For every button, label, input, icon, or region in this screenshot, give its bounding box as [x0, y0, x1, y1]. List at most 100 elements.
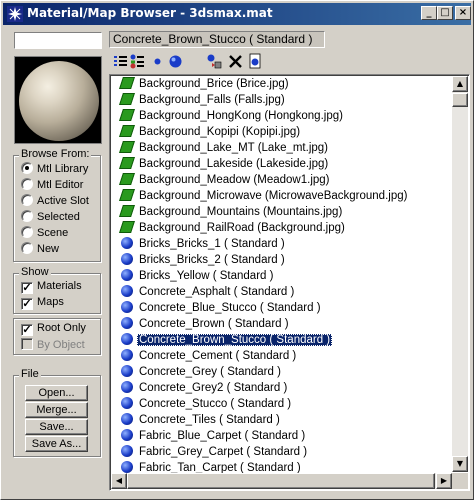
view-list-icon[interactable]	[112, 53, 129, 70]
list-item[interactable]: Concrete_Tiles ( Standard )	[121, 413, 282, 429]
list-item[interactable]: Concrete_Grey ( Standard )	[121, 365, 283, 381]
radio-mtl-library[interactable]: Mtl Library	[21, 162, 88, 177]
list-item-label: Concrete_Stucco ( Standard )	[139, 398, 292, 410]
bitmap-icon	[119, 205, 135, 217]
checkbox-label: By Object	[37, 339, 85, 351]
merge-button[interactable]: Merge...	[25, 402, 88, 418]
scroll-down-button[interactable]: ▼	[452, 456, 468, 472]
list-item[interactable]: Background_HongKong (Hongkong.jpg)	[119, 109, 345, 125]
list-item-label: Concrete_Asphalt ( Standard )	[139, 286, 295, 298]
list-item-label: Background_Kopipi (Kopipi.jpg)	[139, 126, 301, 138]
by-object-checkbox: By Object	[21, 338, 85, 353]
list-item[interactable]: Background_Lakeside (Lakeside.jpg)	[119, 157, 330, 173]
radio-active-slot[interactable]: Active Slot	[21, 194, 89, 209]
root-options-group: ✓ Root Only By Object	[13, 318, 101, 355]
vertical-scroll-thumb[interactable]	[452, 93, 468, 107]
list-item-label: Background_Meadow (Meadow1.jpg)	[139, 174, 330, 186]
clear-material-library-icon[interactable]	[247, 53, 264, 70]
list-item[interactable]: Concrete_Stucco ( Standard )	[121, 397, 293, 413]
radio-label: New	[37, 243, 60, 255]
list-item[interactable]: Fabric_Blue_Carpet ( Standard )	[121, 429, 307, 445]
checkbox-label: Materials	[37, 280, 82, 292]
list-item-label: Background_RailRoad (Background.jpg)	[139, 222, 345, 234]
material-map-list[interactable]: Background_Brice (Brice.jpg) Background_F…	[109, 74, 470, 491]
scroll-up-button[interactable]: ▲	[452, 76, 468, 92]
browser-toolbar	[109, 52, 473, 72]
bitmap-icon	[119, 141, 135, 153]
arrow-down-icon: ▼	[456, 459, 464, 468]
list-item[interactable]: Background_Microwave (MicrowaveBackgroun…	[119, 189, 409, 205]
arrow-right-icon: ▶	[440, 476, 448, 485]
view-large-icons-icon[interactable]	[167, 53, 184, 70]
scroll-right-button[interactable]: ▶	[436, 473, 452, 489]
list-item-label: Bricks_Bricks_1 ( Standard )	[139, 238, 285, 250]
list-item[interactable]: Background_Kopipi (Kopipi.jpg)	[119, 125, 302, 141]
list-item-selected[interactable]: Concrete_Brown_Stucco ( Standard )	[121, 333, 333, 349]
list-item[interactable]: Bricks_Yellow ( Standard )	[121, 269, 275, 285]
list-item-label: Bricks_Yellow ( Standard )	[139, 270, 274, 282]
list-item[interactable]: Background_Lake_MT (Lake_mt.jpg)	[119, 141, 330, 157]
list-item-label: Background_Falls (Falls.jpg)	[139, 94, 285, 106]
list-item-label: Concrete_Brown ( Standard )	[139, 318, 289, 330]
list-item[interactable]: Bricks_Bricks_2 ( Standard )	[121, 253, 287, 269]
open-button[interactable]: Open...	[25, 385, 88, 401]
file-label: File	[19, 368, 41, 380]
material-sphere-icon	[121, 253, 133, 265]
material-sphere-icon	[121, 365, 133, 377]
material-sphere-icon	[121, 301, 133, 313]
scroll-left-button[interactable]: ◀	[111, 473, 127, 489]
checkmark-icon: ✓	[21, 324, 33, 336]
list-item[interactable]: Concrete_Brown ( Standard )	[121, 317, 291, 333]
radio-mtl-editor[interactable]: Mtl Editor	[21, 178, 83, 193]
list-item[interactable]: Fabric_Tan_Carpet ( Standard )	[121, 461, 303, 473]
save-as-button[interactable]: Save As...	[25, 436, 88, 452]
update-scene-materials-icon[interactable]	[206, 53, 223, 70]
list-item[interactable]: Concrete_Asphalt ( Standard )	[121, 285, 296, 301]
radio-label: Selected	[37, 211, 80, 223]
title-bar[interactable]: Material/Map Browser - 3dsmax.mat _ □ ×	[3, 3, 471, 25]
materials-checkbox[interactable]: ✓ Materials	[21, 280, 82, 295]
list-item[interactable]: Background_RailRoad (Background.jpg)	[119, 221, 347, 237]
material-sphere-icon	[121, 413, 133, 425]
bitmap-icon	[119, 157, 135, 169]
horizontal-scrollbar[interactable]: ◀ ▶	[111, 473, 452, 489]
maps-checkbox[interactable]: ✓ Maps	[21, 296, 64, 311]
radio-scene[interactable]: Scene	[21, 226, 68, 241]
view-list-icons-icon[interactable]	[129, 53, 146, 70]
list-item[interactable]: Concrete_Grey2 ( Standard )	[121, 381, 289, 397]
radio-selected[interactable]: Selected	[21, 210, 80, 225]
arrow-up-icon: ▲	[456, 79, 464, 88]
material-sample-sphere	[19, 61, 99, 141]
minimize-button[interactable]: _	[421, 6, 437, 20]
list-item[interactable]: Background_Mountains (Mountains.jpg)	[119, 205, 344, 221]
checkbox-empty-icon	[21, 338, 33, 350]
list-item[interactable]: Background_Brice (Brice.jpg)	[119, 77, 291, 93]
material-sphere-icon	[121, 285, 133, 297]
list-item[interactable]: Concrete_Blue_Stucco ( Standard )	[121, 301, 323, 317]
close-button[interactable]: ×	[455, 6, 471, 20]
save-button[interactable]: Save...	[25, 419, 88, 435]
view-small-icons-icon[interactable]	[149, 53, 166, 70]
material-sphere-icon	[121, 349, 133, 361]
material-name-field[interactable]	[14, 32, 102, 49]
list-item[interactable]: Bricks_Bricks_1 ( Standard )	[121, 237, 287, 253]
root-only-checkbox[interactable]: ✓ Root Only	[21, 322, 86, 337]
list-item[interactable]: Background_Falls (Falls.jpg)	[119, 93, 287, 109]
bitmap-icon	[119, 125, 135, 137]
show-group: Show ✓ Materials ✓ Maps	[13, 266, 101, 314]
horizontal-scroll-thumb[interactable]	[127, 473, 435, 489]
list-item[interactable]: Background_Meadow (Meadow1.jpg)	[119, 173, 332, 189]
material-sphere-icon	[121, 317, 133, 329]
maximize-button[interactable]: □	[437, 6, 453, 20]
bitmap-icon	[119, 93, 135, 105]
arrow-left-icon: ◀	[115, 476, 123, 485]
radio-label: Active Slot	[37, 195, 89, 207]
radio-new[interactable]: New	[21, 242, 59, 257]
vertical-scrollbar[interactable]: ▲ ▼	[452, 76, 468, 472]
checkmark-icon: ✓	[21, 298, 33, 310]
checkbox-label: Maps	[37, 296, 64, 308]
delete-icon[interactable]	[227, 53, 244, 70]
3dsmax-star-icon	[7, 6, 23, 22]
list-item[interactable]: Fabric_Grey_Carpet ( Standard )	[121, 445, 309, 461]
list-item[interactable]: Concrete_Cement ( Standard )	[121, 349, 298, 365]
